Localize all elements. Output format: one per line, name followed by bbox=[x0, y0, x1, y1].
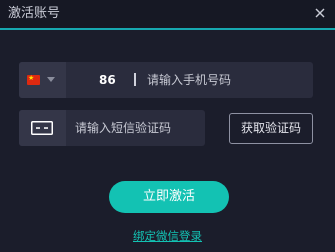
sms-code-field bbox=[19, 110, 205, 146]
bind-wechat-login-link[interactable]: 绑定微信登录 bbox=[133, 229, 202, 243]
china-flag-icon: ★ bbox=[27, 74, 40, 85]
get-verification-code-button[interactable]: 获取验证码 bbox=[229, 113, 313, 144]
close-icon bbox=[315, 8, 325, 18]
sms-icon-box bbox=[19, 110, 66, 146]
wechat-login-link-row: 绑定微信登录 bbox=[0, 228, 335, 244]
title-bar: 激活账号 bbox=[0, 0, 335, 28]
chevron-down-icon bbox=[47, 77, 55, 82]
sms-code-icon bbox=[31, 121, 53, 135]
country-code-label: 86 bbox=[99, 73, 116, 87]
close-button[interactable] bbox=[311, 4, 329, 22]
phone-input[interactable] bbox=[147, 70, 305, 90]
sms-code-input[interactable] bbox=[75, 118, 197, 138]
activate-now-button[interactable]: 立即激活 bbox=[109, 181, 229, 213]
activate-account-dialog: 激活账号 ★ 86 获取验证码 立即激活 绑定微信登录 bbox=[0, 0, 335, 252]
phone-number-field: ★ 86 bbox=[19, 62, 313, 98]
title-accent-line bbox=[0, 28, 335, 30]
country-code-divider bbox=[134, 73, 136, 86]
country-code-dropdown[interactable]: ★ bbox=[19, 62, 66, 98]
dialog-title: 激活账号 bbox=[8, 6, 61, 21]
